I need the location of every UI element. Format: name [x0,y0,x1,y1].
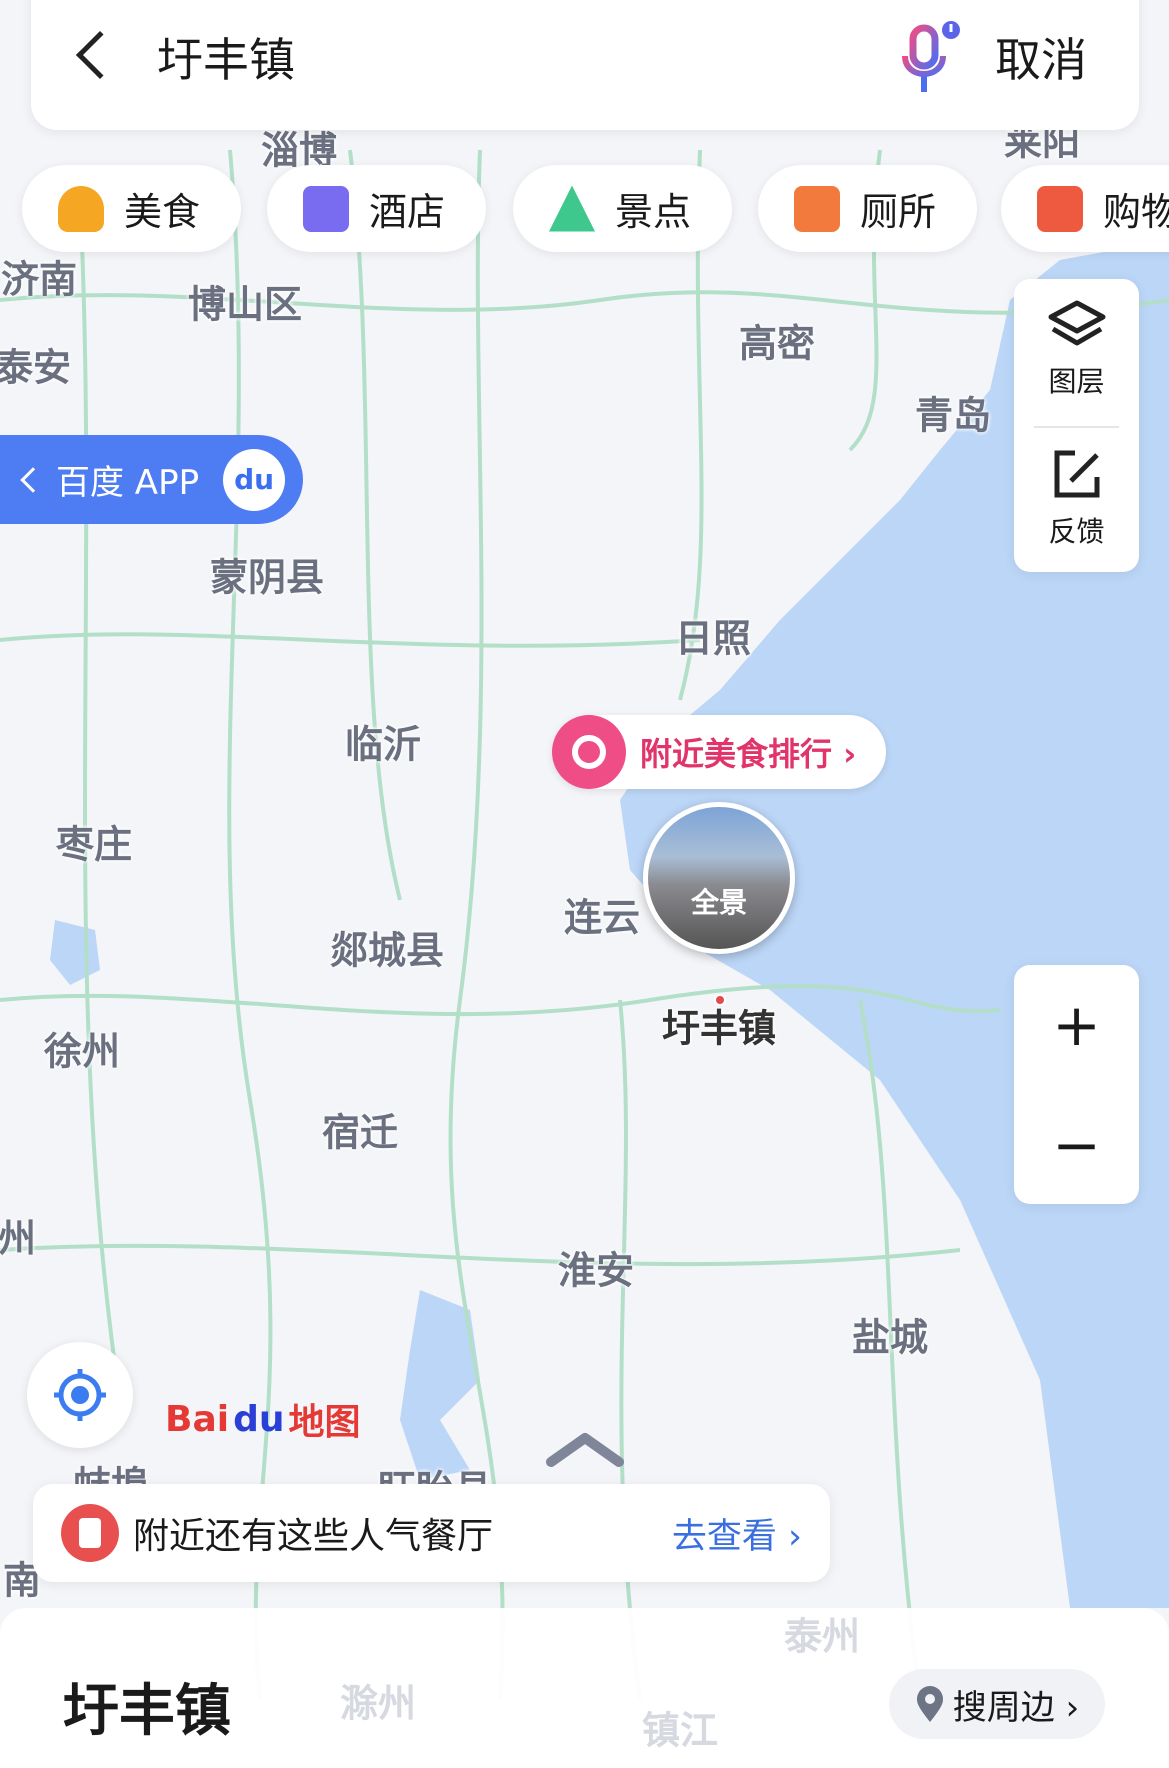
food-rank-label: 附近美食排行 › [640,735,857,773]
map-label: 济南 [0,257,78,302]
map-tools-panel: 图层 反馈 [1014,279,1139,572]
map-label: 日照 [674,616,752,661]
edit-icon [1054,450,1099,498]
popular-restaurants-banner[interactable]: 附近还有这些人气餐厅 去查看 › [33,1484,830,1582]
search-nearby-label: 搜周边 › [952,1687,1080,1728]
food-rank-icon [552,715,626,789]
baidu-paw-icon: du [223,448,286,511]
map-label: 泰州 [783,1614,861,1659]
panorama-button[interactable]: 全景 [643,802,795,954]
category-label: 酒店 [369,190,446,234]
layers-label: 图层 [1048,365,1105,398]
map-label: 郯城县 [329,928,445,973]
category-hotel[interactable]: 酒店 [267,165,486,252]
food-icon [58,185,104,232]
microphone-icon[interactable] [901,20,961,96]
chevron-left-icon[interactable] [75,30,125,80]
scenic-icon [549,185,595,232]
category-shopping[interactable]: 购物 [1001,165,1169,252]
map-label: 盐城 [851,1315,929,1360]
map-label: 高密 [738,321,816,366]
map-label: 淮安 [557,1248,635,1293]
map-label: 宿迁 [321,1110,399,1155]
layers-button[interactable]: 图层 [1014,299,1139,400]
category-label: 景点 [615,190,692,234]
map-label: 州 [0,1216,37,1261]
map-label: 枣庄 [55,822,133,867]
map-label: 徐州 [43,1029,121,1074]
map-label: 博山区 [187,282,303,327]
chevron-left-icon [20,466,46,493]
map-label: 临沂 [344,722,422,767]
locate-icon [54,1369,106,1421]
category-scenic[interactable]: 景点 [513,165,732,252]
zoom-control: + − [1014,965,1139,1204]
baidu-app-button[interactable]: 百度 APP du [0,435,303,524]
category-label: 购物 [1103,190,1169,234]
pin-icon [916,1686,943,1722]
search-nearby-button[interactable]: 搜周边 › [889,1669,1105,1739]
category-label: 美食 [124,190,201,234]
toilet-icon [794,185,840,232]
zoom-in-button[interactable]: + [1014,965,1139,1085]
baidu-map-logo: Bai du 地图 [165,1398,361,1444]
restaurant-icon [61,1504,119,1562]
map-label: 滁州 [339,1681,417,1726]
map-label: 蒙阴县 [209,555,325,600]
location-marker[interactable] [714,994,726,1006]
baidu-app-label: 百度 APP [56,463,200,503]
category-label: 厕所 [860,190,937,234]
view-link[interactable]: 去查看 › [672,1508,802,1559]
hotel-icon [303,185,349,232]
zoom-out-button[interactable]: − [1014,1085,1139,1204]
place-detail-sheet[interactable]: 圩丰镇 搜周边 › [0,1608,1169,1768]
chevron-up-icon[interactable] [545,1428,625,1468]
banner-text: 附近还有这些人气餐厅 [133,1516,494,1557]
feedback-button[interactable]: 反馈 [1014,447,1139,550]
feedback-label: 反馈 [1048,515,1105,548]
place-title: 圩丰镇 [63,1679,231,1744]
cancel-button[interactable]: 取消 [995,24,1087,90]
map-label: 泰安 [0,345,72,390]
map-label: 青岛 [914,393,992,438]
panorama-label: 全景 [690,886,747,919]
map-label: 镇江 [641,1708,719,1753]
category-toilet[interactable]: 厕所 [758,165,977,252]
category-food[interactable]: 美食 [22,165,241,252]
layers-icon [1048,300,1105,346]
map-label: 连云 [563,895,641,940]
locate-button[interactable] [27,1342,133,1448]
divider [1034,426,1119,428]
search-query[interactable]: 圩丰镇 [157,24,295,90]
search-header: 圩丰镇 取消 [31,0,1139,130]
nearby-food-rank-button[interactable]: 附近美食排行 › [552,715,886,789]
shopping-icon [1037,185,1083,232]
